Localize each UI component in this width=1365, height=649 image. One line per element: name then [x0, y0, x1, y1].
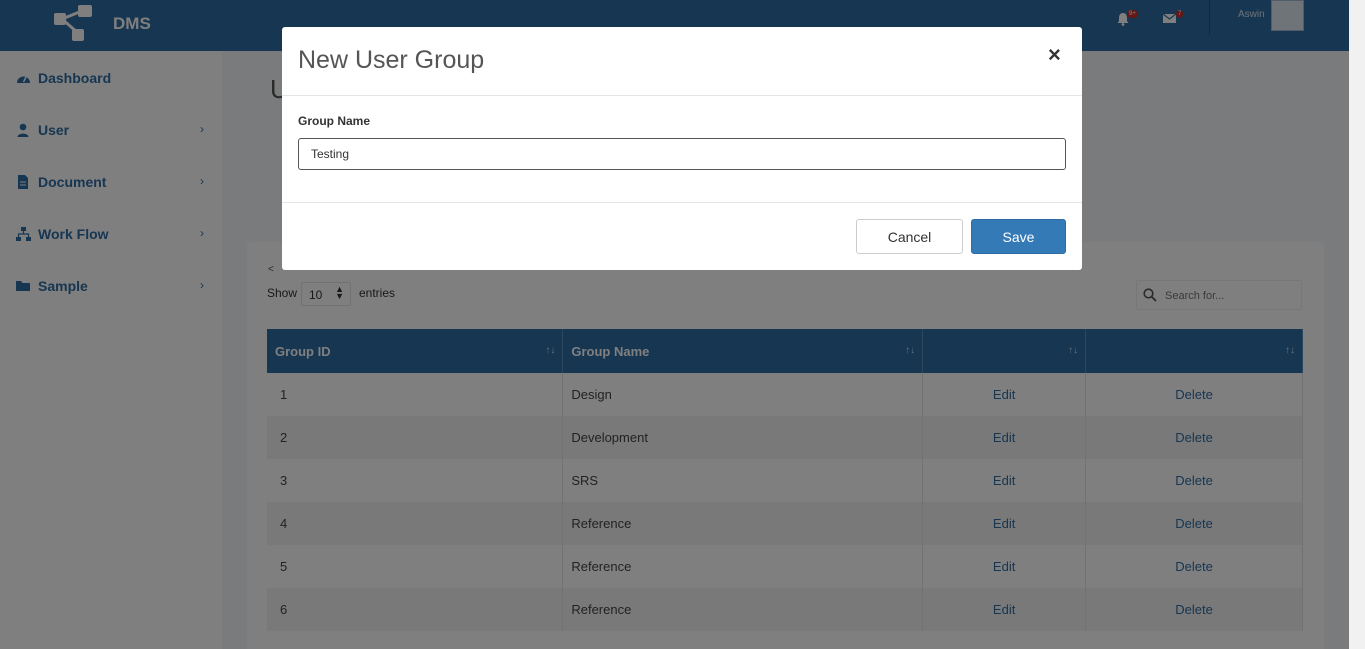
modal-header-divider	[282, 95, 1082, 96]
group-name-label: Group Name	[298, 114, 371, 128]
cancel-button[interactable]: Cancel	[856, 219, 963, 254]
scrollbar[interactable]	[1349, 0, 1365, 649]
group-name-input[interactable]	[298, 138, 1066, 170]
save-button[interactable]: Save	[971, 219, 1066, 254]
new-user-group-modal: New User Group × Group Name Cancel Save	[282, 27, 1082, 270]
modal-title: New User Group	[298, 46, 485, 74]
close-icon[interactable]: ×	[1048, 42, 1061, 68]
modal-footer-divider	[282, 202, 1082, 203]
